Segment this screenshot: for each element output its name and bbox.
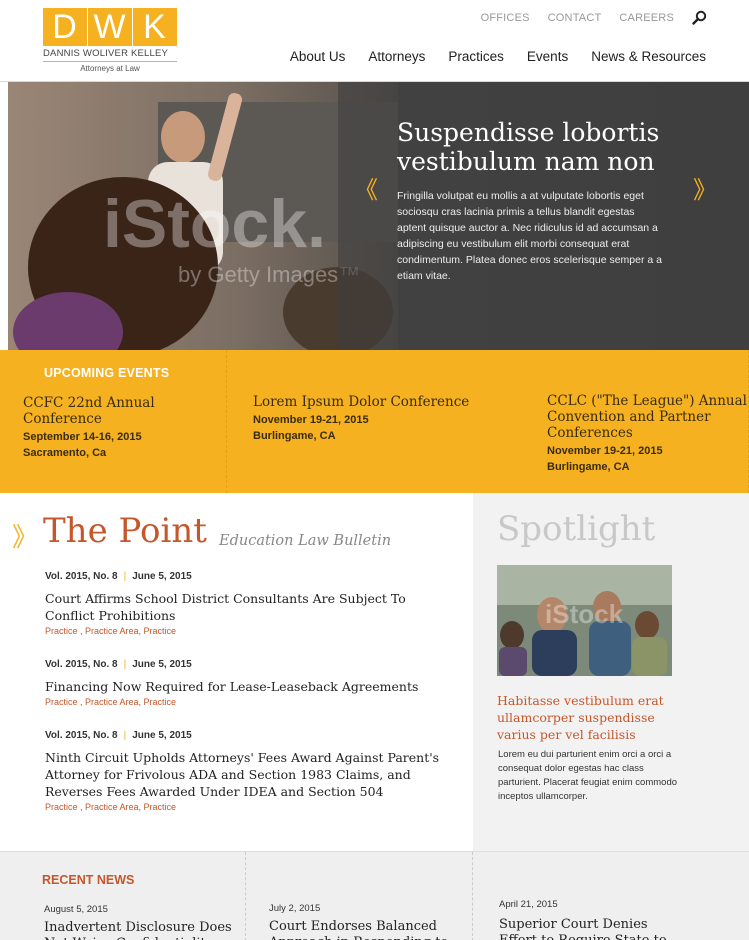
event-title[interactable]: CCLC ("The League") Annual Convention an…	[547, 393, 748, 441]
util-link-contact[interactable]: CONTACT	[548, 12, 602, 24]
spotlight: Spotlight iStock Habitasse vestibulum er…	[473, 493, 749, 851]
news-date: April 21, 2015	[499, 899, 558, 910]
event-location: Burlingame, CA	[253, 430, 336, 442]
svg-text:iStock.: iStock.	[103, 186, 326, 262]
logo-tagline: Attorneys at Law	[80, 64, 140, 73]
event-date: November 19-21, 2015	[253, 414, 369, 426]
logo-letter: K	[143, 8, 167, 46]
content-section: 》 The Point Education Law Bulletin Vol. …	[0, 493, 749, 851]
article-title[interactable]: Financing Now Required for Lease-Leaseba…	[45, 678, 440, 695]
meta-divider: |	[123, 571, 127, 582]
article-meta: Vol. 2015, No. 8 | June 5, 2015	[45, 730, 440, 741]
utility-nav: OFFICES CONTACT CAREERS	[481, 10, 707, 25]
logo[interactable]: D W K DANNIS WOLIVER KELLEY Attorneys at…	[43, 8, 177, 73]
news-item[interactable]: April 21, 2015 Superior Court Denies Eff…	[473, 852, 749, 940]
hero-text: Fringilla volutpat eu mollis a at vulput…	[397, 190, 662, 282]
news-date: August 5, 2015	[44, 904, 108, 915]
svg-text:iStock: iStock	[545, 599, 624, 629]
the-point-bulletin: 》 The Point Education Law Bulletin Vol. …	[0, 493, 473, 851]
chevron-right-icon: 》	[12, 522, 39, 552]
event-item[interactable]: CCFC 22nd Annual Conference September 14…	[0, 350, 227, 493]
spotlight-heading[interactable]: Habitasse vestibulum erat ullamcorper su…	[497, 692, 677, 743]
event-location: Sacramento, Ca	[23, 447, 107, 459]
carousel-next-arrow-icon[interactable]: 》	[693, 170, 717, 205]
article-date: June 5, 2015	[132, 730, 192, 741]
logo-mark: D W K	[43, 8, 177, 46]
article-volume: Vol. 2015, No. 8	[45, 659, 118, 670]
nav-attorneys[interactable]: Attorneys	[368, 49, 425, 64]
article-title[interactable]: Court Affirms School District Consultant…	[45, 590, 440, 624]
hero-carousel: iStock. by Getty Images™ 《 Suspendisse l…	[8, 82, 749, 350]
news-date: July 2, 2015	[269, 903, 321, 914]
logo-letter: W	[88, 8, 133, 46]
event-title[interactable]: Lorem Ipsum Dolor Conference	[253, 394, 503, 410]
search-icon[interactable]	[692, 10, 707, 25]
spotlight-title: Spotlight	[497, 509, 656, 549]
nav-events[interactable]: Events	[527, 49, 568, 64]
article-meta: Vol. 2015, No. 8 | June 5, 2015	[45, 571, 440, 582]
logo-firm-name: DANNIS WOLIVER KELLEY	[43, 46, 177, 62]
event-item[interactable]: Lorem Ipsum Dolor Conference November 19…	[227, 350, 503, 493]
nav-news-resources[interactable]: News & Resources	[591, 49, 706, 64]
news-title[interactable]: Inadvertent Disclosure Does Not Waive Co…	[44, 920, 234, 940]
event-date: November 19-21, 2015	[547, 445, 663, 457]
article-date: June 5, 2015	[132, 659, 192, 670]
article-item: Vol. 2015, No. 8 | June 5, 2015 Financing …	[45, 659, 440, 707]
util-link-offices[interactable]: OFFICES	[481, 12, 530, 24]
article-volume: Vol. 2015, No. 8	[45, 730, 118, 741]
event-title[interactable]: CCFC 22nd Annual Conference	[23, 395, 226, 427]
hero-title: Suspendisse lobortis vestibulum nam non	[397, 118, 660, 176]
logo-letter: D	[43, 8, 88, 46]
article-tags[interactable]: Practice , Practice Area, Practice	[45, 697, 440, 707]
point-title: The Point	[43, 511, 207, 551]
point-subtitle: Education Law Bulletin	[219, 533, 392, 549]
nav-practices[interactable]: Practices	[448, 49, 504, 64]
meta-divider: |	[123, 659, 127, 670]
article-volume: Vol. 2015, No. 8	[45, 571, 118, 582]
news-title[interactable]: Court Endorses Balanced Approach in Resp…	[269, 919, 459, 940]
svg-text:by Getty Images™: by Getty Images™	[178, 262, 360, 287]
recent-news: RECENT NEWS August 5, 2015 Inadvertent D…	[0, 851, 749, 940]
article-date: June 5, 2015	[132, 571, 192, 582]
event-date: September 14-16, 2015	[23, 431, 142, 443]
event-location: Burlingame, CA	[547, 461, 630, 473]
news-heading: RECENT NEWS	[42, 873, 135, 887]
article-tags[interactable]: Practice , Practice Area, Practice	[45, 802, 440, 812]
article-item: Vol. 2015, No. 8 | June 5, 2015 Ninth Circ…	[45, 730, 440, 812]
util-link-careers[interactable]: CAREERS	[619, 12, 674, 24]
nav-about-us[interactable]: About Us	[290, 49, 346, 64]
news-item[interactable]: July 2, 2015 Court Endorses Balanced App…	[246, 852, 473, 940]
upcoming-events: UPCOMING EVENTS CCFC 22nd Annual Confere…	[0, 350, 749, 493]
event-item[interactable]: CCLC ("The League") Annual Convention an…	[503, 350, 749, 493]
article-meta: Vol. 2015, No. 8 | June 5, 2015	[45, 659, 440, 670]
site-header: D W K DANNIS WOLIVER KELLEY Attorneys at…	[0, 0, 749, 82]
article-title[interactable]: Ninth Circuit Upholds Attorneys' Fees Aw…	[45, 749, 440, 800]
meta-divider: |	[123, 730, 127, 741]
carousel-prev-arrow-icon[interactable]: 《	[354, 170, 378, 205]
main-nav: About Us Attorneys Practices Events News…	[290, 49, 706, 64]
article-tags[interactable]: Practice , Practice Area, Practice	[45, 626, 440, 636]
spotlight-image[interactable]: iStock	[497, 565, 672, 676]
article-item: Vol. 2015, No. 8 | June 5, 2015 Court Affi…	[45, 571, 440, 636]
spotlight-text: Lorem eu dui parturient enim orci a orci…	[498, 749, 678, 802]
news-title[interactable]: Superior Court Denies Effort to Require …	[499, 917, 689, 940]
news-item[interactable]: RECENT NEWS August 5, 2015 Inadvertent D…	[0, 852, 246, 940]
